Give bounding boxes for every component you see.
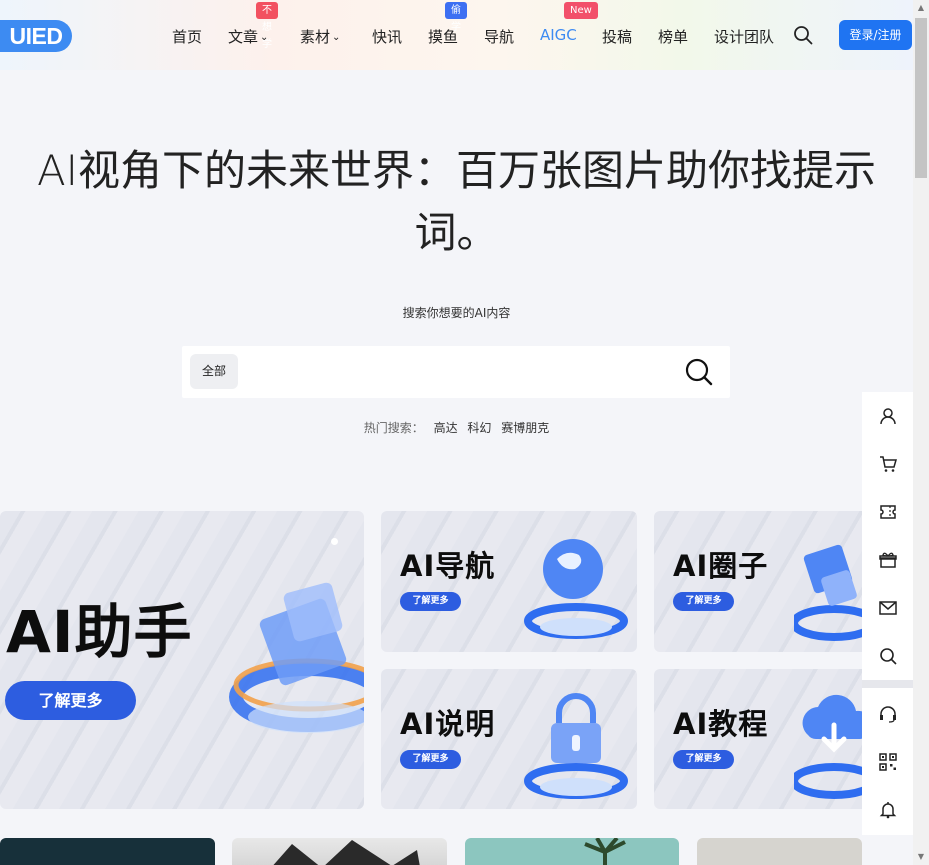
scrollbar-thumb[interactable]: [915, 18, 927, 178]
card-ai-circle[interactable]: AI圈子 了解更多: [654, 511, 862, 652]
user-icon[interactable]: [862, 392, 913, 440]
card-ai-nav-button[interactable]: 了解更多: [400, 592, 461, 611]
search-submit-icon[interactable]: [683, 356, 715, 388]
scroll-up-arrow-icon[interactable]: ▲: [913, 0, 929, 16]
nav-aigc[interactable]: AIGC: [540, 26, 577, 44]
card-ai-guide-title: AI说明: [400, 707, 496, 741]
card-ai-nav-title: AI导航: [400, 549, 496, 583]
scroll-down-arrow-icon[interactable]: ▼: [913, 849, 929, 865]
card-ai-guide-button[interactable]: 了解更多: [400, 750, 461, 769]
cubes-illustration: [794, 544, 862, 641]
nav-materials-label: 素材: [300, 28, 331, 46]
page-scrollbar[interactable]: ▲ ▼: [913, 0, 929, 865]
card-ai-tutorial-title: AI教程: [673, 707, 769, 741]
cart-icon[interactable]: [862, 440, 913, 488]
hot-search-tag[interactable]: 赛博朋克: [501, 421, 549, 435]
gallery-thumbnail: [584, 838, 626, 865]
hot-search-tag[interactable]: 科幻: [467, 421, 491, 435]
gallery-item[interactable]: [232, 838, 447, 865]
search-category-select[interactable]: 全部: [190, 354, 238, 389]
card-ai-guide[interactable]: AI说明 了解更多: [381, 669, 637, 809]
nav-badge-aigc: New: [564, 2, 598, 19]
toolbar-divider: [862, 680, 913, 688]
nav-badge-articles: 不想学: [256, 2, 278, 50]
ai-search-input[interactable]: [248, 356, 668, 388]
card-ai-assistant-title: AI助手: [6, 598, 193, 666]
nav-materials[interactable]: 素材 ⌄: [300, 26, 340, 47]
nav-badge-moyu: 偷学: [445, 2, 467, 33]
nav-design-team[interactable]: 设计团队: [714, 26, 774, 47]
site-header: UIED 首页 不想学 文章 ⌄ 素材 ⌄ 快讯 偷学 摸鱼 导航 New AIGC…: [0, 0, 913, 70]
search-icon[interactable]: [862, 632, 913, 680]
carousel-dot[interactable]: [331, 538, 338, 545]
ai-search-box: 全部: [182, 346, 730, 398]
card-ai-assistant[interactable]: AI助手 了解更多: [0, 511, 364, 809]
card-ai-nav[interactable]: AI导航 了解更多: [381, 511, 637, 652]
card-ai-assistant-button[interactable]: 了解更多: [5, 681, 136, 720]
nav-articles[interactable]: 文章 ⌄: [228, 26, 268, 47]
qrcode-icon[interactable]: [862, 738, 913, 786]
card-ai-circle-title: AI圈子: [673, 549, 769, 583]
gift-icon[interactable]: [862, 536, 913, 584]
ticket-icon[interactable]: [862, 488, 913, 536]
floating-toolbar: [862, 392, 913, 835]
nav-home[interactable]: 首页: [172, 26, 202, 47]
gallery-thumbnail: [273, 840, 420, 865]
gallery-item[interactable]: [465, 838, 679, 865]
headset-icon[interactable]: [862, 690, 913, 738]
search-icon[interactable]: [793, 25, 813, 45]
hot-search-tag[interactable]: 高达: [434, 421, 458, 435]
lock-illustration: [524, 693, 628, 799]
hot-search-label: 热门搜索：: [363, 421, 424, 435]
login-register-button[interactable]: 登录/注册: [839, 20, 912, 50]
ai-assistant-illustration: [229, 582, 364, 733]
nav-articles-label: 文章: [228, 28, 259, 46]
cloud-download-illustration: [794, 694, 862, 799]
hero-subtitle: 搜索你想要的AI内容: [402, 306, 511, 320]
card-ai-tutorial[interactable]: AI教程 了解更多: [654, 669, 862, 809]
card-ai-tutorial-button[interactable]: 了解更多: [673, 750, 734, 769]
chevron-down-icon: ⌄: [332, 32, 341, 43]
globe-illustration: [524, 539, 628, 639]
hero-title: AI视角下的未来世界：百万张图片助你找提示词。: [36, 146, 877, 257]
nav-moyu[interactable]: 摸鱼: [428, 26, 458, 47]
nav-submit[interactable]: 投稿: [602, 26, 632, 47]
mail-icon[interactable]: [862, 584, 913, 632]
nav-navigation[interactable]: 导航: [484, 26, 514, 47]
site-logo[interactable]: UIED: [0, 20, 72, 52]
bell-icon[interactable]: [862, 786, 913, 834]
gallery-item[interactable]: [697, 838, 862, 865]
card-ai-circle-button[interactable]: 了解更多: [673, 592, 734, 611]
nav-rankings[interactable]: 榜单: [658, 26, 688, 47]
chevron-down-icon: ⌄: [260, 32, 269, 43]
hot-searches: 热门搜索： 高达 科幻 赛博朋克: [0, 419, 913, 436]
nav-news[interactable]: 快讯: [372, 26, 402, 47]
gallery-item[interactable]: [0, 838, 215, 865]
